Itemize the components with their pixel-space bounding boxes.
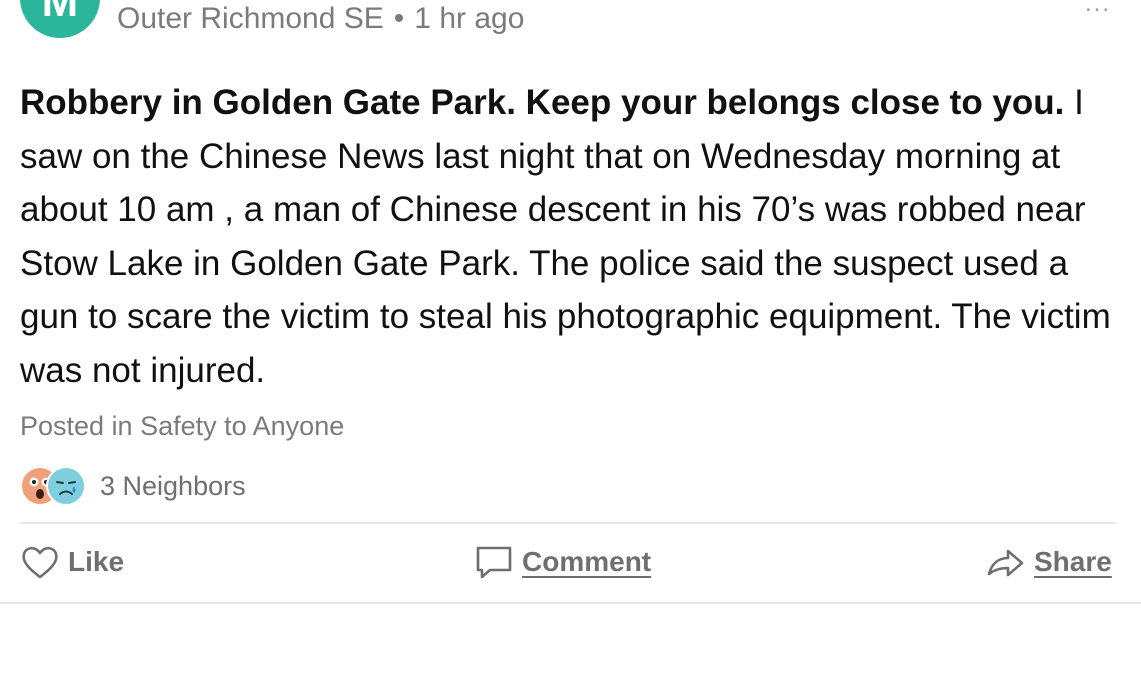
post-title: Robbery in Golden Gate Park. Keep your b… bbox=[20, 83, 1065, 122]
comment-label: Comment bbox=[522, 546, 652, 577]
post-content: Robbery in Golden Gate Park. Keep your b… bbox=[20, 76, 1125, 397]
post-body: I saw on the Chinese News last night tha… bbox=[20, 83, 1111, 390]
share-label: Share bbox=[1034, 546, 1112, 577]
meta-separator: • bbox=[393, 2, 405, 35]
reaction-count: 3 Neighbors bbox=[100, 470, 246, 501]
share-button[interactable]: Share bbox=[986, 540, 1112, 584]
crying-face-icon bbox=[46, 466, 86, 506]
heart-icon bbox=[22, 546, 58, 579]
author-avatar[interactable]: M bbox=[20, 0, 100, 38]
actions-divider bbox=[20, 522, 1116, 524]
posted-in-label[interactable]: Posted in Safety to Anyone bbox=[20, 408, 344, 444]
more-options-icon[interactable]: ... bbox=[1085, 0, 1111, 18]
comment-icon bbox=[476, 546, 512, 579]
post-time: 1 hr ago bbox=[414, 2, 525, 35]
author-location[interactable]: Outer Richmond SE bbox=[117, 2, 384, 35]
like-label: Like bbox=[68, 546, 125, 577]
post-bottom-divider bbox=[0, 602, 1141, 604]
avatar-initial: M bbox=[41, 0, 79, 26]
post-meta: Outer Richmond SE • 1 hr ago bbox=[117, 0, 524, 38]
share-arrow-icon bbox=[987, 549, 1024, 577]
like-button[interactable]: Like bbox=[20, 540, 124, 584]
reactions-summary[interactable]: 3 Neighbors bbox=[20, 466, 246, 506]
comment-button[interactable]: Comment bbox=[474, 540, 651, 584]
post-card: M Outer Richmond SE • 1 hr ago ... Robbery… bbox=[0, 0, 1141, 696]
